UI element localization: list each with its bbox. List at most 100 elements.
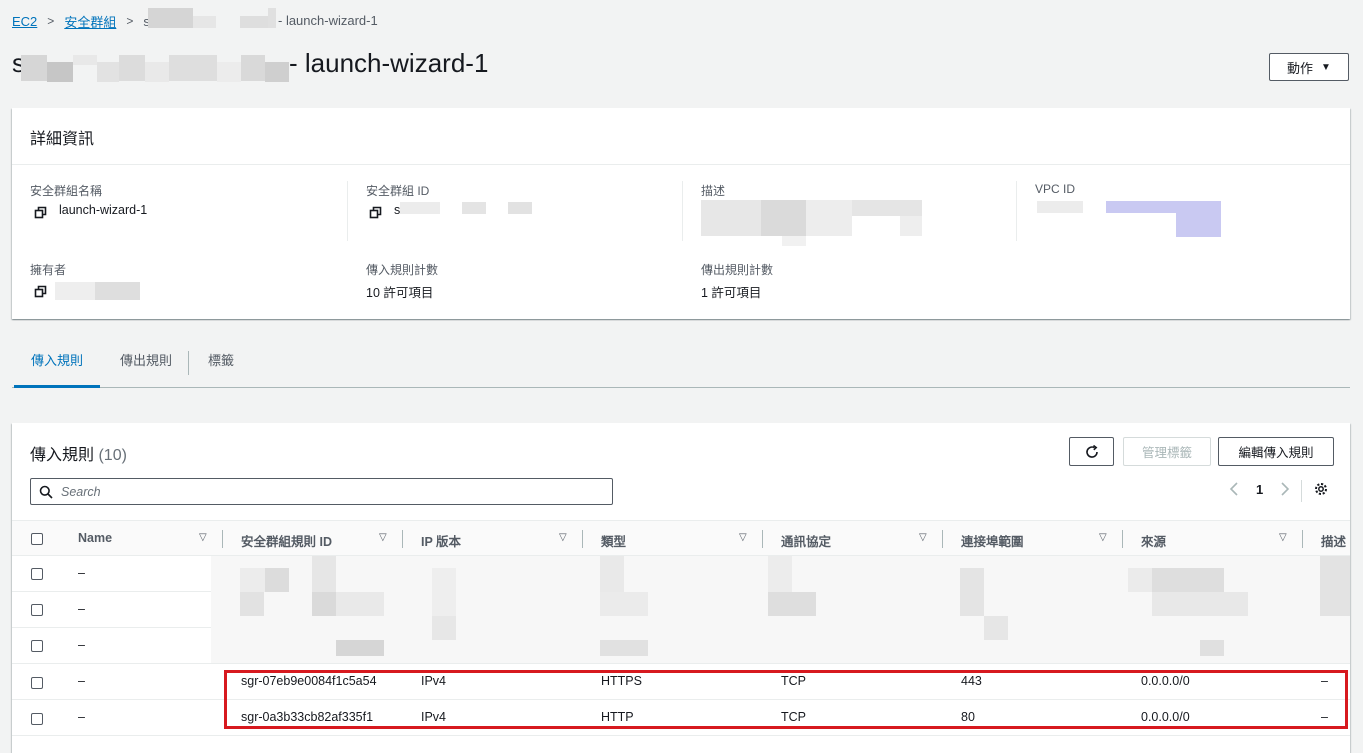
column-header-rule-id[interactable]: 安全群組規則 ID (241, 531, 332, 550)
owner-label: 擁有者 (30, 263, 67, 277)
sort-down-icon[interactable]: ▽ (199, 532, 207, 543)
redacted-block (761, 200, 806, 236)
redacted-block (1320, 556, 1350, 616)
caret-down-icon: ▼ (1321, 61, 1331, 73)
column-resizer[interactable] (762, 530, 763, 548)
breadcrumb-security-groups-link[interactable]: 安全群組 (64, 12, 116, 31)
inbound-rules-title-text: 傳入規則 (30, 447, 95, 464)
redacted-block (1037, 201, 1083, 213)
column-header-source[interactable]: 來源 (1141, 531, 1166, 550)
refresh-button[interactable] (1069, 437, 1114, 466)
outbound-count-value: 1 許可項目 (701, 286, 762, 300)
redacted-block (432, 616, 456, 640)
redacted-block (95, 282, 140, 300)
settings-gear-icon[interactable] (1313, 481, 1329, 500)
column-resizer[interactable] (942, 530, 943, 548)
redacted-block (268, 8, 276, 28)
divider (1301, 480, 1302, 502)
column-header-type[interactable]: 類型 (601, 531, 626, 550)
redacted-block (1152, 568, 1224, 592)
redacted-block (241, 55, 265, 81)
redacted-block (462, 202, 486, 214)
redacted-block (217, 62, 241, 82)
sg-name-label: 安全群組名稱 (30, 184, 103, 198)
cell-name: – (78, 638, 85, 652)
sort-down-icon[interactable]: ▽ (379, 532, 387, 543)
redacted-block (148, 8, 193, 28)
row-checkbox[interactable] (31, 568, 43, 580)
cell-name: – (78, 602, 85, 616)
column-header-description[interactable]: 描述 (1321, 531, 1346, 550)
description-label: 描述 (701, 184, 726, 198)
column-header-port-range[interactable]: 連接埠範圍 (961, 531, 1024, 550)
redacted-block (1128, 568, 1152, 592)
column-header-ip-version[interactable]: IP 版本 (421, 531, 461, 550)
copy-icon[interactable] (34, 206, 48, 220)
breadcrumb-ec2-link[interactable]: EC2 (12, 14, 37, 29)
breadcrumb-current: - launch-wizard-1 (278, 13, 378, 28)
redacted-block (600, 592, 648, 616)
column-resizer[interactable] (1122, 530, 1123, 548)
inbound-rules-count: (10) (98, 447, 127, 464)
column-header-protocol[interactable]: 通訊協定 (781, 531, 831, 550)
redacted-block (960, 568, 984, 616)
redacted-block (21, 55, 47, 81)
copy-icon[interactable] (369, 206, 383, 220)
redacted-block (768, 556, 792, 592)
vpc-id-link[interactable] (1106, 201, 1176, 213)
tab-tags[interactable]: 標籤 (208, 343, 234, 387)
column-resizer[interactable] (222, 530, 223, 548)
column-header-name[interactable]: Name (78, 531, 112, 545)
next-page-icon[interactable] (1279, 481, 1291, 500)
edit-inbound-rules-button[interactable]: 編輯傳入規則 (1218, 437, 1334, 466)
redacted-block (782, 236, 806, 246)
redacted-block (145, 62, 169, 82)
actions-button[interactable]: 動作 ▼ (1269, 53, 1349, 81)
page-number[interactable]: 1 (1256, 482, 1263, 497)
redacted-block (1152, 592, 1248, 616)
redacted-block (336, 640, 384, 656)
highlight-box (224, 670, 1348, 729)
redacted-block (768, 592, 816, 616)
redacted-block (600, 640, 648, 656)
inbound-rules-title: 傳入規則 (10) (30, 441, 127, 465)
select-all-checkbox[interactable] (31, 533, 43, 545)
cell-name: – (78, 674, 85, 688)
redacted-block (984, 616, 1008, 640)
column-resizer[interactable] (1302, 530, 1303, 548)
search-box (30, 478, 613, 505)
redacted-block (119, 55, 145, 81)
search-input[interactable] (59, 482, 603, 502)
sort-down-icon[interactable]: ▽ (559, 532, 567, 543)
sort-down-icon[interactable]: ▽ (1099, 532, 1107, 543)
row-checkbox[interactable] (31, 677, 43, 689)
sg-name-value: launch-wizard-1 (59, 203, 148, 217)
redacted-block (240, 568, 265, 592)
row-checkbox[interactable] (31, 604, 43, 616)
column-resizer[interactable] (582, 530, 583, 548)
chevron-right-icon: > (126, 14, 134, 28)
vpc-id-label: VPC ID (1035, 182, 1076, 196)
redacted-block (240, 592, 264, 616)
sort-down-icon[interactable]: ▽ (1279, 532, 1287, 543)
tab-inbound-rules[interactable]: 傳入規則 (14, 343, 100, 388)
copy-icon[interactable] (34, 285, 48, 299)
divider (682, 181, 683, 241)
sort-down-icon[interactable]: ▽ (739, 532, 747, 543)
details-panel: 詳細資訊 安全群組名稱 launch-wizard-1 安全群組 ID s 描述… (12, 108, 1350, 319)
inbound-count-label: 傳入規則計數 (366, 263, 439, 277)
column-resizer[interactable] (402, 530, 403, 548)
previous-page-icon[interactable] (1228, 481, 1240, 500)
vpc-id-link[interactable] (1176, 201, 1221, 237)
cell-name: – (78, 566, 85, 580)
redacted-block (508, 202, 532, 214)
row-checkbox[interactable] (31, 640, 43, 652)
table-header: Name ▽ 安全群組規則 ID ▽ IP 版本 ▽ 類型 ▽ 通訊協定 ▽ 連… (12, 520, 1350, 556)
breadcrumb: EC2 > 安全群組 > s (12, 12, 150, 30)
tab-outbound-rules[interactable]: 傳出規則 (120, 343, 172, 387)
redacted-block (600, 556, 624, 592)
redacted-block (169, 55, 217, 81)
sort-down-icon[interactable]: ▽ (919, 532, 927, 543)
manage-tags-button[interactable]: 管理標籤 (1123, 437, 1211, 466)
row-checkbox[interactable] (31, 713, 43, 725)
